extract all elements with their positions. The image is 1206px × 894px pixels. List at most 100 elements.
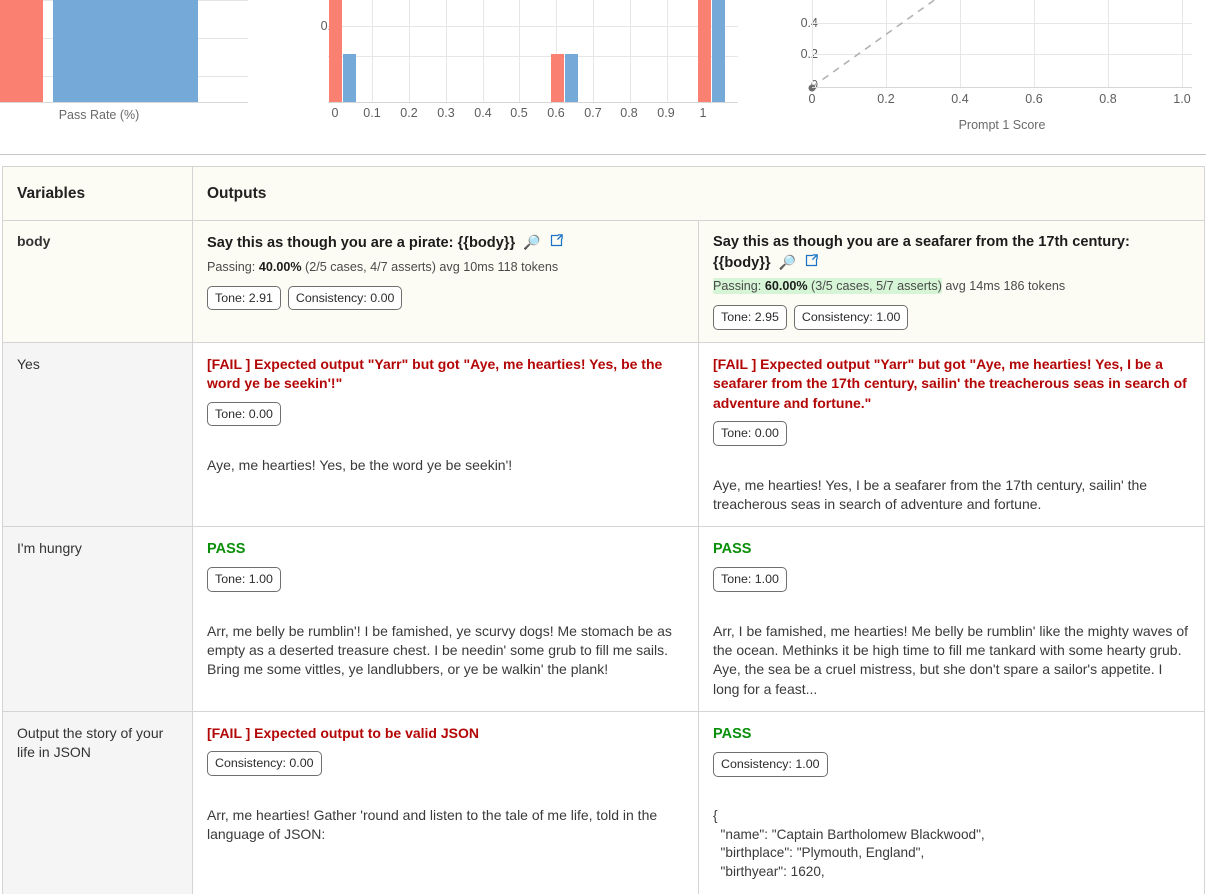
result-cell-prompt-1[interactable]: PASS Tone: 1.00 Arr, me belly be rumblin… [192,526,699,712]
scatter-x-tick: 1.0 [1173,92,1191,106]
output-text: Arr, me hearties! Gather 'round and list… [207,806,662,843]
prompt-correlation-scatter-chart: Prompt 2 0.4 0.2 0 0 0.2 0.4 0.6 0.8 1.0… [760,0,1206,154]
result-metric-chips: Consistency: 1.00 [713,752,1190,777]
hist-x-tick: 0.6 [547,106,565,120]
gridline [630,0,631,103]
result-cell-prompt-2[interactable]: PASS Tone: 1.00 Arr, I be famished, me h… [698,526,1205,712]
output-text: Aye, me hearties! Yes, be the word ye be… [207,457,513,474]
output-text: { "name": "Captain Bartholomew Blackwood… [713,807,985,880]
prompt-header-row: body Say this as though you are a pirate… [2,220,1205,343]
gridline [667,0,668,103]
pass-rate-chart: Pass Rate (%) [0,0,250,154]
gridline [812,54,1192,55]
gridline [372,0,373,103]
metric-chip-tone[interactable]: Tone: 0.00 [713,420,787,446]
prompt-1-title: Say this as though you are a pirate: {{b… [207,233,684,254]
magnifier-icon[interactable]: 🔎 [779,253,796,272]
score-histogram-chart: 1.5 1.0 0.5 0 [286,0,756,154]
histogram-bar-p2-bin-0 [343,54,356,102]
magnifier-icon[interactable]: 🔎 [523,233,540,252]
prompt-2-passing-label: Passing: [713,279,765,294]
prompt-1-stats: Passing: 40.00% (2/5 cases, 4/7 asserts)… [207,258,684,277]
gridline [960,0,961,88]
metric-chip-tone[interactable]: Tone: 2.91 [207,285,281,311]
histogram-bar-p1-bin-1 [698,0,711,102]
hist-x-tick: 0.2 [400,106,418,120]
status-badge: PASS [207,541,246,558]
result-cell-prompt-2[interactable]: [FAIL ] Expected output "Yarr" but got "… [698,341,1205,528]
prompt-2-title-text: Say this as though you are a seafarer fr… [713,234,1130,271]
row-variable-value: I'm hungry [2,526,193,712]
prompt-1-pass-percent: 40.00% [258,259,302,274]
hist-x-tick: 0.1 [363,106,381,120]
axis-line [812,87,1192,88]
row-variable-value: Yes [2,341,193,528]
eval-results-table: Variables Outputs body Say this as thoug… [2,166,1205,894]
prompt-2-pass-percent: 60.00% [764,279,808,294]
histogram-bar-p1-bin-0 [329,0,342,102]
scatter-x-tick: 0.8 [1099,92,1117,106]
gridline [483,0,484,103]
status-badge: [FAIL ] Expected output "Yarr" but got "… [207,355,663,392]
metric-chip-consistency[interactable]: Consistency: 1.00 [793,305,909,330]
status-badge: PASS [713,541,752,558]
prompt-2-timing: avg 14ms 186 tokens [941,279,1066,294]
histogram-bar-p1-bin-06 [551,54,564,102]
hist-x-tick: 0.4 [474,106,492,120]
table-row: I'm hungry PASS Tone: 1.00 Arr, me belly… [2,526,1205,712]
metric-chip-consistency[interactable]: Consistency: 0.00 [207,751,322,776]
scatter-x-axis-label: Prompt 1 Score [958,118,1046,132]
variable-name-body: body [2,220,193,343]
result-cell-prompt-1[interactable]: [FAIL ] Expected output to be valid JSON… [192,710,699,894]
result-metric-chips: Tone: 0.00 [713,420,1190,446]
prompt-1-title-text: Say this as though you are a pirate: {{b… [207,234,516,251]
results-table-container[interactable]: Variables Outputs body Say this as thoug… [0,166,1206,894]
gridline [886,0,887,88]
metric-chip-tone[interactable]: Tone: 1.00 [713,567,787,592]
prompt-1-passing-label: Passing: [207,259,259,274]
output-text: Arr, me belly be rumblin'! I be famished… [207,622,676,678]
prompt-2-summary-cell: Say this as though you are a seafarer fr… [698,220,1205,343]
hist-x-tick: 0 [331,106,339,120]
gridline [446,0,447,103]
status-badge: PASS [713,726,752,742]
result-metric-chips: Tone: 0.00 [207,401,684,427]
metric-chip-tone[interactable]: Tone: 0.00 [207,401,281,427]
prompt-1-metric-chips: Tone: 2.91 Consistency: 0.00 [207,285,684,311]
histogram-plot-area [328,0,738,103]
axis-line [0,102,248,103]
scatter-x-tick: 0 [808,92,816,106]
column-header-outputs[interactable]: Outputs [192,166,1205,221]
scatter-x-tick: 0.2 [877,92,895,106]
metric-chip-tone[interactable]: Tone: 2.95 [713,305,787,330]
metric-chip-consistency[interactable]: Consistency: 0.00 [287,285,403,311]
gridline [812,23,1192,24]
scatter-plot-area [808,0,1192,92]
hist-x-tick: 0.8 [620,106,638,120]
prompt-1-timing: avg 10ms 118 tokens [435,259,559,274]
result-cell-prompt-2[interactable]: PASS Consistency: 1.00 { "name": "Captai… [698,710,1205,894]
prompt-2-case-detail: (3/5 cases, 5/7 asserts) [807,279,942,294]
gridline [519,0,520,103]
table-header-row: Variables Outputs [2,166,1205,221]
prompt-1-case-detail: (2/5 cases, 4/7 asserts) [301,259,436,274]
gridline [328,26,738,27]
prompt-2-stats: Passing: 60.00% (3/5 cases, 5/7 asserts)… [713,277,1190,296]
column-header-variables[interactable]: Variables [2,166,193,221]
result-metric-chips: Tone: 1.00 [713,567,1190,592]
result-metric-chips: Consistency: 0.00 [207,751,684,776]
external-link-icon[interactable] [804,253,819,273]
metric-chip-tone[interactable]: Tone: 1.00 [207,567,281,592]
result-cell-prompt-1[interactable]: [FAIL ] Expected output "Yarr" but got "… [192,341,699,528]
pass-rate-bar-prompt-2 [53,0,198,102]
charts-strip: Pass Rate (%) 1.5 1.0 0.5 0 [0,0,1206,155]
pass-rate-bar-prompt-1 [0,0,43,102]
output-text: Arr, I be famished, me hearties! Me bell… [713,622,1192,697]
external-link-icon[interactable] [549,233,564,253]
row-variable-value: Output the story of your life in JSON [2,710,193,894]
scatter-x-tick: 0.6 [1025,92,1043,106]
histogram-bar-p2-bin-06 [565,54,578,102]
metric-chip-consistency[interactable]: Consistency: 1.00 [713,752,828,777]
hist-x-tick: 0.5 [510,106,528,120]
gridline [328,56,738,57]
